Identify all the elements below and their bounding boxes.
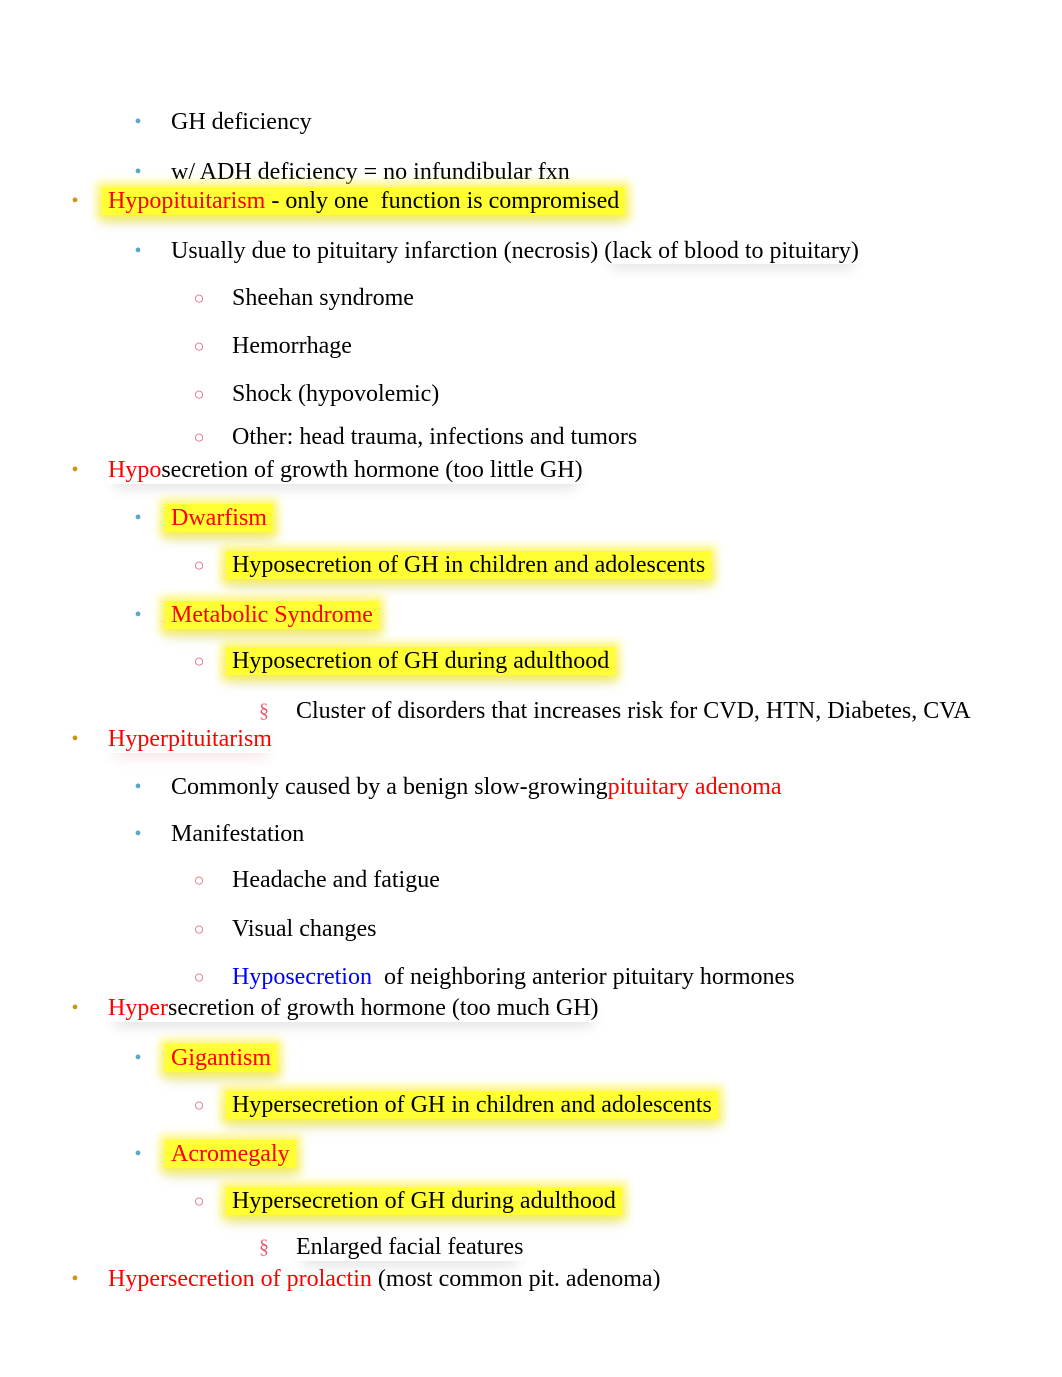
text-segment: secretion of growth hormone (too much GH… <box>167 995 599 1021</box>
text-segment: Enlarged facial features <box>296 1234 524 1260</box>
key-term: Acromegaly <box>171 1141 290 1167</box>
circle-bullet-icon: ○ <box>193 384 205 404</box>
list-item-text: Hyposecretion of neighboring anterior pi… <box>232 963 795 991</box>
list-item-text: Visual changes <box>232 915 377 943</box>
text-segment: Shock (hypovolemic) <box>232 381 440 407</box>
dot-bullet-icon: • <box>134 823 142 845</box>
list-item-text: Hypersecretion of GH during adulthood <box>226 1187 622 1215</box>
text-segment: w/ ADH deficiency = no infundibular fxn <box>171 159 570 185</box>
list-item-text: GH deficiency <box>171 108 312 136</box>
key-term: Metabolic Syndrome <box>171 602 373 628</box>
circle-bullet-icon: ○ <box>193 919 205 939</box>
circle-bullet-icon: ○ <box>193 336 205 356</box>
section-bullet-icon: § <box>259 700 269 722</box>
text-segment: Hyposecretion of GH in children and adol… <box>232 552 706 578</box>
dot-bullet-icon: • <box>134 1047 142 1069</box>
key-term: pituitary adenoma <box>607 774 782 800</box>
list-item-text: Usually due to pituitary infarction (nec… <box>171 237 859 265</box>
list-item-text: w/ ADH deficiency = no infundibular fxn <box>171 158 570 186</box>
dot-bullet-icon: • <box>134 161 142 183</box>
list-item-text: Hyperpituitarism <box>108 725 272 753</box>
list-item-text: Manifestation <box>171 820 304 848</box>
text-segment: Hemorrhage <box>232 333 352 359</box>
list-item-text: Gigantism <box>165 1044 277 1072</box>
list-item-text: Commonly caused by a benign slow-growing… <box>171 773 782 801</box>
key-term: Hypo <box>108 457 162 483</box>
text-segment: Headache and fatigue <box>232 867 440 893</box>
list-item-text: Hemorrhage <box>232 332 352 360</box>
list-item-text: Cluster of disorders that increases risk… <box>296 697 971 725</box>
text-segment: (lack of blood to pituitary) <box>604 238 859 264</box>
text-segment: (most common pit. adenoma) <box>371 1266 661 1292</box>
text-segment: of neighboring anterior pituitary hormon… <box>371 964 795 990</box>
key-term: Hyperpituitarism <box>108 726 272 752</box>
dot-bullet-icon: • <box>71 190 79 212</box>
key-term: Hyper <box>108 995 168 1021</box>
dot-bullet-icon: • <box>71 1268 79 1290</box>
list-item-text: Sheehan syndrome <box>232 284 414 312</box>
text-segment: secretion of growth hormone (too little … <box>161 457 583 483</box>
key-term: Hypopituitarism <box>108 188 266 214</box>
list-item-text: Hypersecretion of GH in children and ado… <box>226 1091 718 1119</box>
text-segment: Commonly caused by a benign slow-growing <box>171 774 608 800</box>
circle-bullet-icon: ○ <box>193 870 205 890</box>
list-item-text: Acromegaly <box>165 1140 296 1168</box>
circle-bullet-icon: ○ <box>193 1095 205 1115</box>
circle-bullet-icon: ○ <box>193 555 205 575</box>
dot-bullet-icon: • <box>71 728 79 750</box>
circle-bullet-icon: ○ <box>193 427 205 447</box>
text-segment: Cluster of disorders that increases risk… <box>296 698 971 724</box>
circle-bullet-icon: ○ <box>193 967 205 987</box>
list-item-text: Hyposecretion of GH in children and adol… <box>226 551 712 579</box>
text-segment: Sheehan syndrome <box>232 285 414 311</box>
text-segment: Hyposecretion of GH during adulthood <box>232 648 610 674</box>
text-segment: GH deficiency <box>171 109 312 135</box>
list-item-text: Hypersecretion of growth hormone (too mu… <box>108 994 599 1022</box>
text-segment: Hypersecretion of GH during adulthood <box>232 1188 616 1214</box>
list-item-text: Metabolic Syndrome <box>165 601 379 629</box>
dot-bullet-icon: • <box>71 459 79 481</box>
text-segment: Hypersecretion of GH in children and ado… <box>232 1092 712 1118</box>
circle-bullet-icon: ○ <box>193 651 205 671</box>
key-term: Dwarfism <box>171 505 267 531</box>
dot-bullet-icon: • <box>134 240 142 262</box>
dot-bullet-icon: • <box>134 604 142 626</box>
list-item-text: Enlarged facial features <box>296 1233 523 1261</box>
text-segment: - only one function is compromised <box>265 188 620 214</box>
list-item-text: Shock (hypovolemic) <box>232 380 439 408</box>
list-item-text: Hypopituitarism - only one function is c… <box>102 187 626 215</box>
key-term: Gigantism <box>171 1045 271 1071</box>
text-segment: Visual changes <box>232 916 377 942</box>
list-item-text: Hyposecretion of GH during adulthood <box>226 647 616 675</box>
circle-bullet-icon: ○ <box>193 1191 205 1211</box>
text-segment: Usually due to pituitary infarction (nec… <box>171 238 605 264</box>
list-item-text: Hypersecretion of prolactin (most common… <box>108 1265 661 1293</box>
dot-bullet-icon: • <box>71 997 79 1019</box>
dot-bullet-icon: • <box>134 1143 142 1165</box>
dot-bullet-icon: • <box>134 776 142 798</box>
dot-bullet-icon: • <box>134 507 142 529</box>
text-segment: Manifestation <box>171 821 305 847</box>
list-item-text: Dwarfism <box>165 504 273 532</box>
list-item-text: Other: head trauma, infections and tumor… <box>232 423 637 451</box>
key-term: Hypersecretion of prolactin <box>108 1266 372 1292</box>
dot-bullet-icon: • <box>134 111 142 133</box>
list-item-text: Headache and fatigue <box>232 866 440 894</box>
section-bullet-icon: § <box>259 1236 269 1258</box>
blue-term: Hyposecretion <box>232 964 372 990</box>
circle-bullet-icon: ○ <box>193 288 205 308</box>
list-item-text: Hyposecretion of growth hormone (too lit… <box>108 456 583 484</box>
text-segment: Other: head trauma, infections and tumor… <box>232 424 638 450</box>
